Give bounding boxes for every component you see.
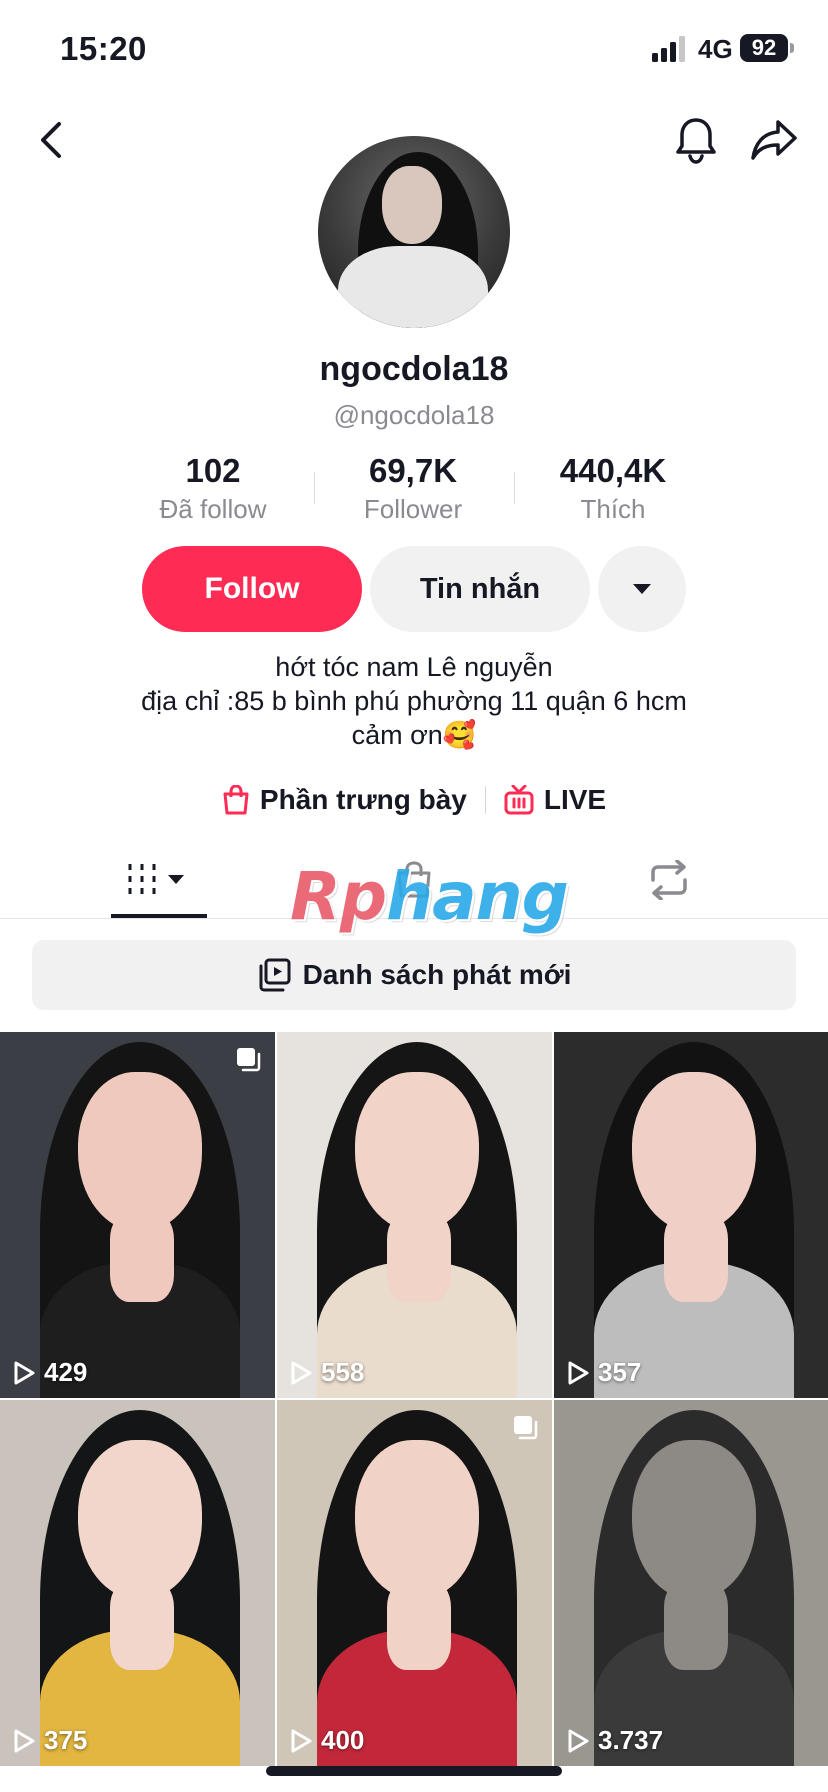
play-icon xyxy=(14,1729,35,1752)
view-count-value: 429 xyxy=(44,1357,88,1387)
thumbnail-face xyxy=(355,1440,479,1600)
live-label: LIVE xyxy=(543,784,607,815)
live-link[interactable]: LIVE xyxy=(504,784,606,816)
stat-likes-label: Thích xyxy=(580,494,646,524)
repost-icon xyxy=(651,860,687,900)
view-count: 375 xyxy=(12,1725,87,1756)
thumbnail-face xyxy=(632,1440,756,1600)
play-icon xyxy=(14,1361,35,1384)
tab-videos[interactable] xyxy=(79,840,239,920)
showcase-label: Phần trưng bày xyxy=(259,784,467,815)
battery-tip xyxy=(790,43,794,53)
videos-grid-icon xyxy=(128,864,184,894)
profile-handle: @ngocdola18 xyxy=(333,400,495,430)
stat-likes-value: 440,4K xyxy=(559,452,667,489)
profile-bio: hớt tóc nam Lê nguyễn địa chỉ :85 b bình… xyxy=(0,650,828,752)
play-icon xyxy=(568,1361,589,1384)
battery-icon: 92 xyxy=(740,34,788,62)
playlist-label: Danh sách phát mới xyxy=(302,959,572,990)
stat-followers-value: 69,7K xyxy=(368,452,458,489)
view-count: 558 xyxy=(289,1357,364,1388)
view-count: 429 xyxy=(12,1357,87,1388)
video-thumbnail[interactable]: 400 xyxy=(277,1400,552,1766)
follow-button[interactable]: Follow xyxy=(142,546,362,632)
view-count-value: 3.737 xyxy=(598,1725,664,1755)
view-count-value: 558 xyxy=(321,1357,365,1387)
bio-line: hớt tóc nam Lê nguyễn xyxy=(275,652,553,682)
stat-following-label: Đã follow xyxy=(159,494,267,524)
stat-following-value: 102 xyxy=(185,452,241,489)
stat-likes[interactable]: 440,4K Thích xyxy=(513,452,713,525)
video-thumbnail[interactable]: 558 xyxy=(277,1032,552,1398)
link-divider xyxy=(484,786,486,814)
thumbnail-face xyxy=(632,1072,756,1232)
video-thumbnail[interactable]: 375 xyxy=(0,1400,275,1766)
home-indicator xyxy=(266,1766,562,1776)
bio-line: địa chỉ :85 b bình phú phường 11 quận 6 … xyxy=(141,686,687,716)
bio-line: cảm ơn🥰 xyxy=(351,720,477,750)
suggested-accounts-button[interactable] xyxy=(598,546,686,632)
tab-reposts[interactable] xyxy=(589,840,749,920)
thumbnail-face xyxy=(78,1072,202,1232)
watermark-logo: Rphang xyxy=(290,858,569,935)
cellular-signal-icon xyxy=(652,36,685,62)
profile-links: Phần trưng bày LIVE xyxy=(0,778,828,822)
view-count: 400 xyxy=(289,1725,364,1756)
message-button[interactable]: Tin nhắn xyxy=(370,546,590,632)
view-count: 3.737 xyxy=(566,1725,663,1756)
status-bar: 15:20 4G 92 xyxy=(0,0,828,100)
play-icon xyxy=(291,1729,312,1752)
stat-followers[interactable]: 69,7K Follower xyxy=(313,452,513,525)
shopping-bag-icon xyxy=(223,785,249,815)
share-button[interactable] xyxy=(744,110,804,170)
caret-down-icon xyxy=(633,584,651,594)
notification-button[interactable] xyxy=(666,110,726,170)
tv-live-icon xyxy=(504,785,534,815)
play-icon xyxy=(568,1729,589,1752)
thumbnail-face xyxy=(78,1440,202,1600)
view-count: 357 xyxy=(566,1357,641,1388)
stat-following[interactable]: 102 Đã follow xyxy=(113,452,313,525)
playlist-icon xyxy=(259,958,291,992)
bell-icon xyxy=(676,118,716,164)
photo-carousel-icon xyxy=(237,1048,261,1072)
view-count-value: 357 xyxy=(598,1357,642,1387)
view-count-value: 400 xyxy=(321,1725,365,1755)
network-type: 4G xyxy=(698,34,733,64)
showcase-link[interactable]: Phần trưng bày xyxy=(222,784,467,816)
photo-carousel-icon xyxy=(514,1416,538,1440)
chevron-left-icon xyxy=(41,122,61,158)
back-button[interactable] xyxy=(22,110,82,170)
video-thumbnail[interactable]: 429 xyxy=(0,1032,275,1398)
new-playlist-button[interactable]: Danh sách phát mới xyxy=(32,940,796,1010)
play-icon xyxy=(291,1361,312,1384)
view-count-value: 375 xyxy=(44,1725,88,1755)
share-arrow-icon xyxy=(751,120,797,160)
video-thumbnail[interactable]: 3.737 xyxy=(554,1400,828,1766)
stat-followers-label: Follower xyxy=(363,494,463,524)
thumbnail-face xyxy=(355,1072,479,1232)
avatar[interactable] xyxy=(318,136,510,328)
video-thumbnail[interactable]: 357 xyxy=(554,1032,828,1398)
profile-display-name: ngocdola18 xyxy=(319,350,509,388)
status-time: 15:20 xyxy=(60,30,147,67)
